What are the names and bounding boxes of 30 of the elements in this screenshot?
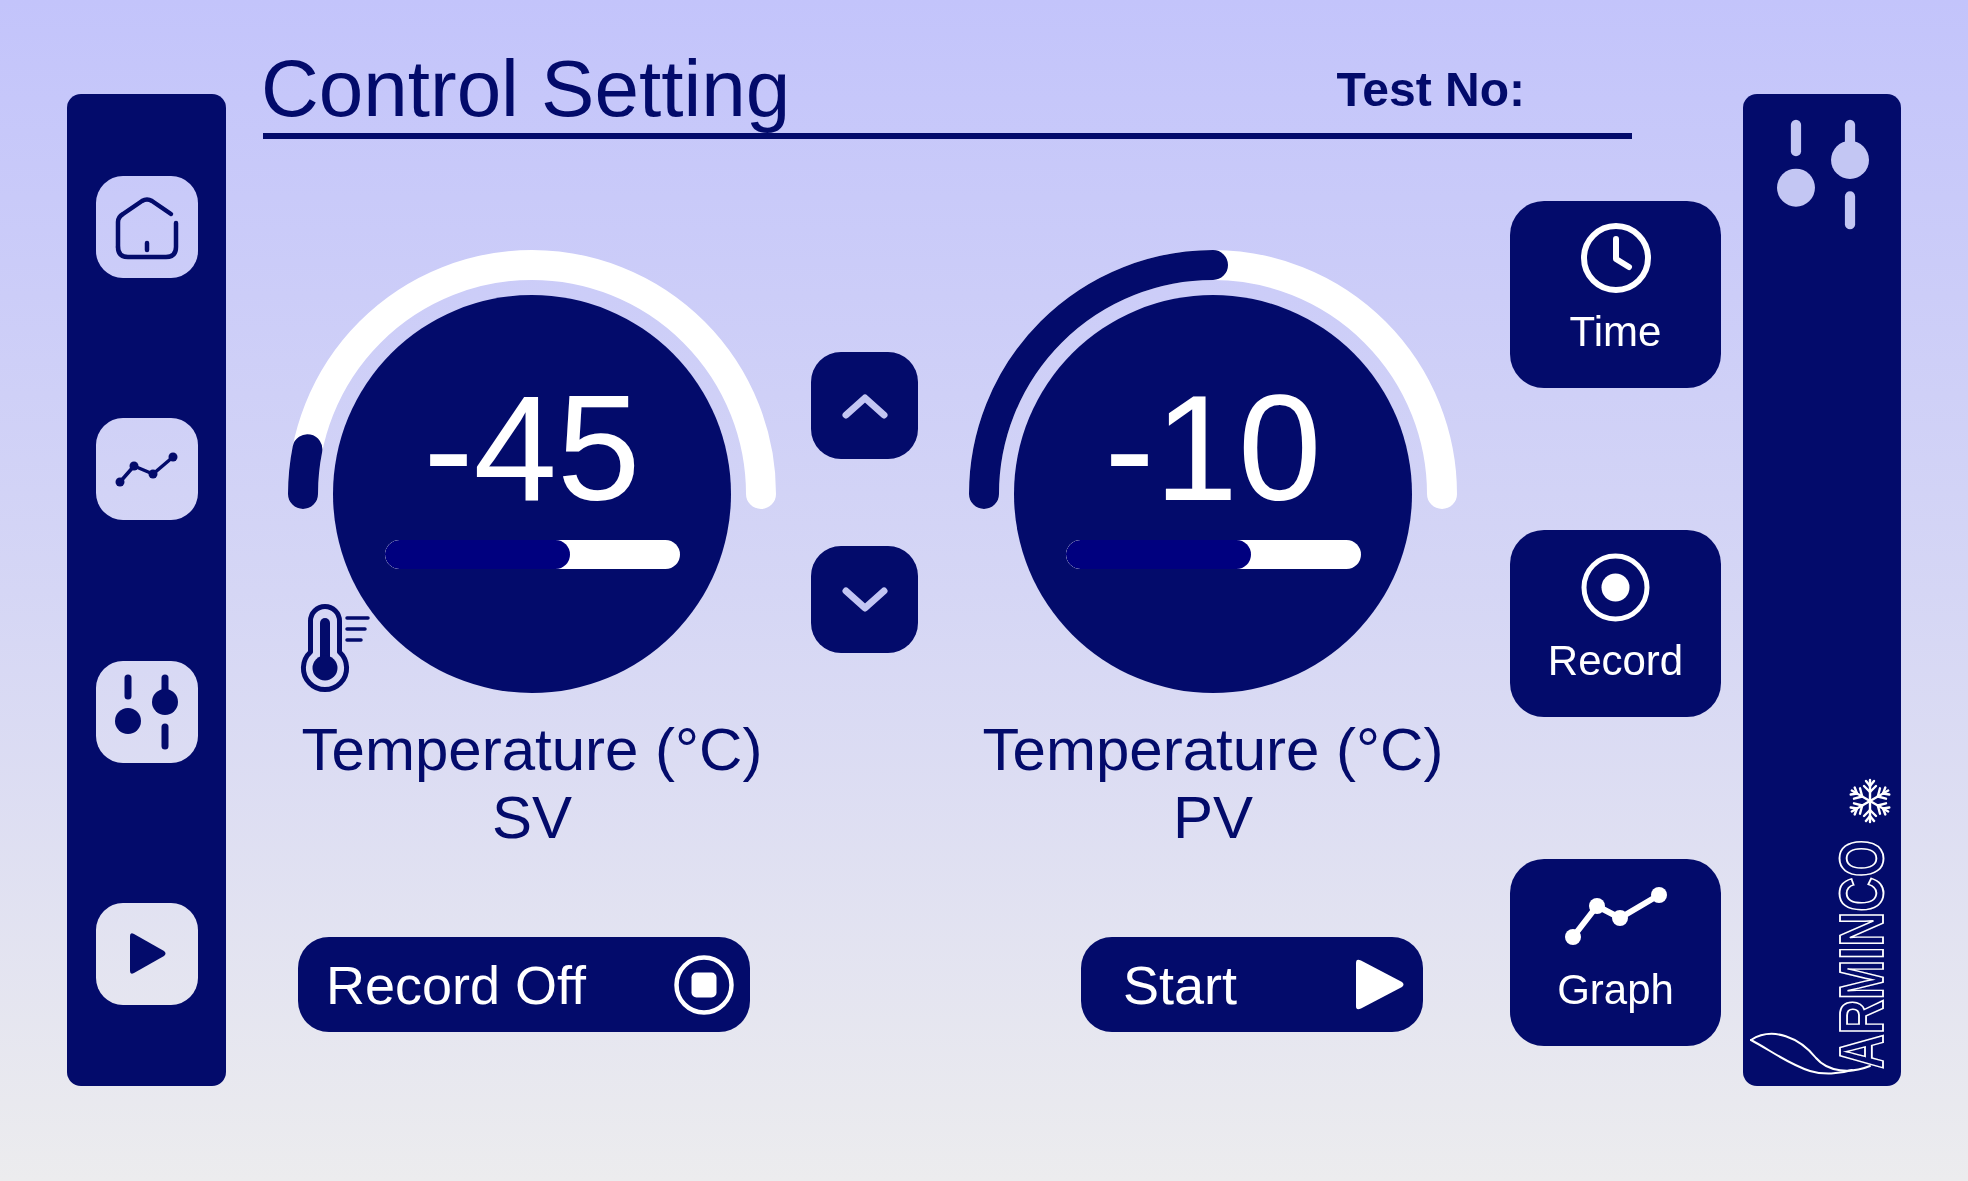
gauge-label: Temperature (°C) (301, 716, 763, 784)
sidebar-button[interactable] (95, 176, 198, 278)
chevron-up-icon (841, 392, 888, 419)
menu-tile-button[interactable]: Time (1510, 201, 1721, 388)
sidebar-button[interactable] (95, 418, 198, 521)
sidebar-button[interactable] (95, 903, 198, 1005)
action-button[interactable]: Record Off (298, 937, 750, 1032)
gauge-sublabel: PV (1172, 784, 1253, 852)
gauge-value: -10 (1104, 373, 1322, 523)
step-down-button[interactable] (811, 546, 918, 653)
action-button[interactable]: Start (1081, 937, 1423, 1032)
gauge-sublabel: SV (491, 784, 572, 852)
sliders-icon[interactable] (1777, 119, 1869, 230)
gauge-label: Temperature (°C) (982, 716, 1444, 784)
thermometer-icon (299, 604, 370, 693)
home-icon (114, 194, 179, 260)
test-number-label: Test No: (1336, 66, 1525, 114)
step-up-button[interactable] (811, 352, 918, 459)
line-chart-icon (1563, 886, 1668, 946)
sliders-icon (115, 673, 178, 750)
brand-logo: ARMINCO (1748, 828, 1898, 1075)
stop-icon (674, 954, 734, 1015)
clock-icon (1579, 222, 1652, 294)
chevron-down-icon (841, 586, 888, 613)
gauge-value: -45 (423, 373, 641, 523)
line-chart-icon (114, 451, 179, 488)
sidebar-button[interactable] (95, 660, 198, 763)
menu-tile-button[interactable]: Record (1510, 530, 1721, 717)
record-icon (1581, 552, 1650, 622)
menu-tile-button[interactable]: Graph (1510, 859, 1721, 1046)
